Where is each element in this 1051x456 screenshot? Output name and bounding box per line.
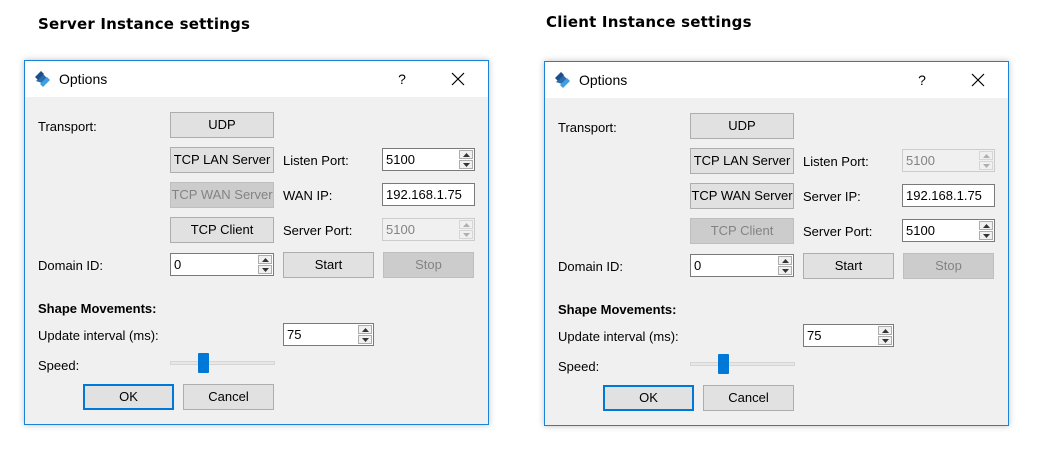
listen-port-label: Listen Port:	[283, 153, 349, 168]
server-ip-input[interactable]: 192.168.1.75	[902, 184, 995, 207]
help-button[interactable]: ?	[912, 70, 932, 90]
listen-port-label: Listen Port:	[803, 154, 869, 169]
update-interval-value: 75	[807, 328, 822, 343]
app-logo-icon	[553, 70, 573, 90]
close-icon	[451, 72, 465, 86]
app-logo-icon	[33, 69, 53, 89]
server-port-label: Server Port:	[283, 223, 353, 238]
server-port-spinbox[interactable]: 5100	[382, 218, 475, 241]
spin-up-icon[interactable]	[778, 256, 792, 265]
server-port-value: 5100	[386, 222, 415, 237]
shape-movements-heading: Shape Movements:	[558, 302, 677, 317]
start-button[interactable]: Start	[283, 252, 374, 278]
ok-button[interactable]: OK	[83, 384, 174, 410]
speed-slider-track[interactable]	[690, 362, 795, 366]
listen-port-spinbox[interactable]: 5100	[382, 148, 475, 171]
tcp-client-button[interactable]: TCP Client	[690, 218, 794, 244]
domain-id-value: 0	[174, 257, 182, 272]
server-ip-label: Server IP:	[803, 189, 861, 204]
server-port-value: 5100	[906, 223, 935, 238]
speed-slider-track[interactable]	[170, 361, 275, 365]
update-interval-label: Update interval (ms):	[38, 328, 159, 343]
domain-id-label: Domain ID:	[558, 259, 624, 274]
spin-down-icon[interactable]	[878, 336, 892, 345]
window-title: Options	[59, 71, 108, 87]
transport-label: Transport:	[38, 119, 97, 134]
spin-down-icon[interactable]	[778, 266, 792, 275]
speed-slider-thumb[interactable]	[718, 354, 729, 374]
tcp-wan-server-button[interactable]: TCP WAN Server	[690, 183, 794, 209]
update-interval-spinbox[interactable]: 75	[803, 324, 894, 347]
tcp-wan-server-button[interactable]: TCP WAN Server	[170, 182, 274, 208]
cancel-button[interactable]: Cancel	[183, 384, 274, 410]
spin-down-icon[interactable]	[459, 160, 473, 169]
server-panel-heading: Server Instance settings	[38, 15, 251, 33]
spin-up-icon[interactable]	[258, 255, 272, 264]
udp-button[interactable]: UDP	[690, 113, 794, 139]
tcp-lan-server-button[interactable]: TCP LAN Server	[690, 148, 794, 174]
spin-down-icon[interactable]	[459, 230, 473, 239]
udp-button[interactable]: UDP	[170, 112, 274, 138]
server-port-label: Server Port:	[803, 224, 873, 239]
wan-ip-value: 192.168.1.75	[386, 187, 462, 202]
spin-up-icon[interactable]	[979, 151, 993, 160]
titlebar[interactable]: Options ?	[25, 61, 488, 97]
tcp-client-button[interactable]: TCP Client	[170, 217, 274, 243]
spin-down-icon[interactable]	[358, 335, 372, 344]
spin-down-icon[interactable]	[979, 161, 993, 170]
shape-movements-heading: Shape Movements:	[38, 301, 157, 316]
update-interval-label: Update interval (ms):	[558, 329, 679, 344]
spin-up-icon[interactable]	[979, 221, 993, 230]
update-interval-spinbox[interactable]: 75	[283, 323, 374, 346]
client-options-dialog: Options ? Transport: UDP TCP LAN Server …	[544, 61, 1009, 426]
help-button[interactable]: ?	[392, 69, 412, 89]
spin-up-icon[interactable]	[358, 325, 372, 334]
domain-id-spinbox[interactable]: 0	[170, 253, 274, 276]
close-button[interactable]	[443, 67, 473, 91]
cancel-button[interactable]: Cancel	[703, 385, 794, 411]
window-title: Options	[579, 72, 628, 88]
wan-ip-label: WAN IP:	[283, 188, 333, 203]
server-port-spinbox[interactable]: 5100	[902, 219, 995, 242]
spin-down-icon[interactable]	[979, 231, 993, 240]
speed-slider-thumb[interactable]	[198, 353, 209, 373]
domain-id-spinbox[interactable]: 0	[690, 254, 794, 277]
close-icon	[971, 73, 985, 87]
stop-button[interactable]: Stop	[383, 252, 474, 278]
update-interval-value: 75	[287, 327, 302, 342]
domain-id-value: 0	[694, 258, 702, 273]
domain-id-label: Domain ID:	[38, 258, 104, 273]
speed-label: Speed:	[558, 359, 600, 374]
ok-button[interactable]: OK	[603, 385, 694, 411]
transport-label: Transport:	[558, 120, 617, 135]
spin-down-icon[interactable]	[258, 265, 272, 274]
speed-label: Speed:	[38, 358, 80, 373]
server-options-dialog: Options ? Transport: UDP TCP LAN Server …	[24, 60, 489, 425]
listen-port-value: 5100	[386, 152, 415, 167]
spin-up-icon[interactable]	[459, 220, 473, 229]
tcp-lan-server-button[interactable]: TCP LAN Server	[170, 147, 274, 173]
stop-button[interactable]: Stop	[903, 253, 994, 279]
wan-ip-input[interactable]: 192.168.1.75	[382, 183, 475, 206]
listen-port-spinbox[interactable]: 5100	[902, 149, 995, 172]
spin-up-icon[interactable]	[459, 150, 473, 159]
titlebar[interactable]: Options ?	[545, 62, 1008, 98]
spin-up-icon[interactable]	[878, 326, 892, 335]
start-button[interactable]: Start	[803, 253, 894, 279]
close-button[interactable]	[963, 68, 993, 92]
client-panel-heading: Client Instance settings	[546, 13, 752, 31]
server-ip-value: 192.168.1.75	[906, 188, 982, 203]
listen-port-value: 5100	[906, 153, 935, 168]
